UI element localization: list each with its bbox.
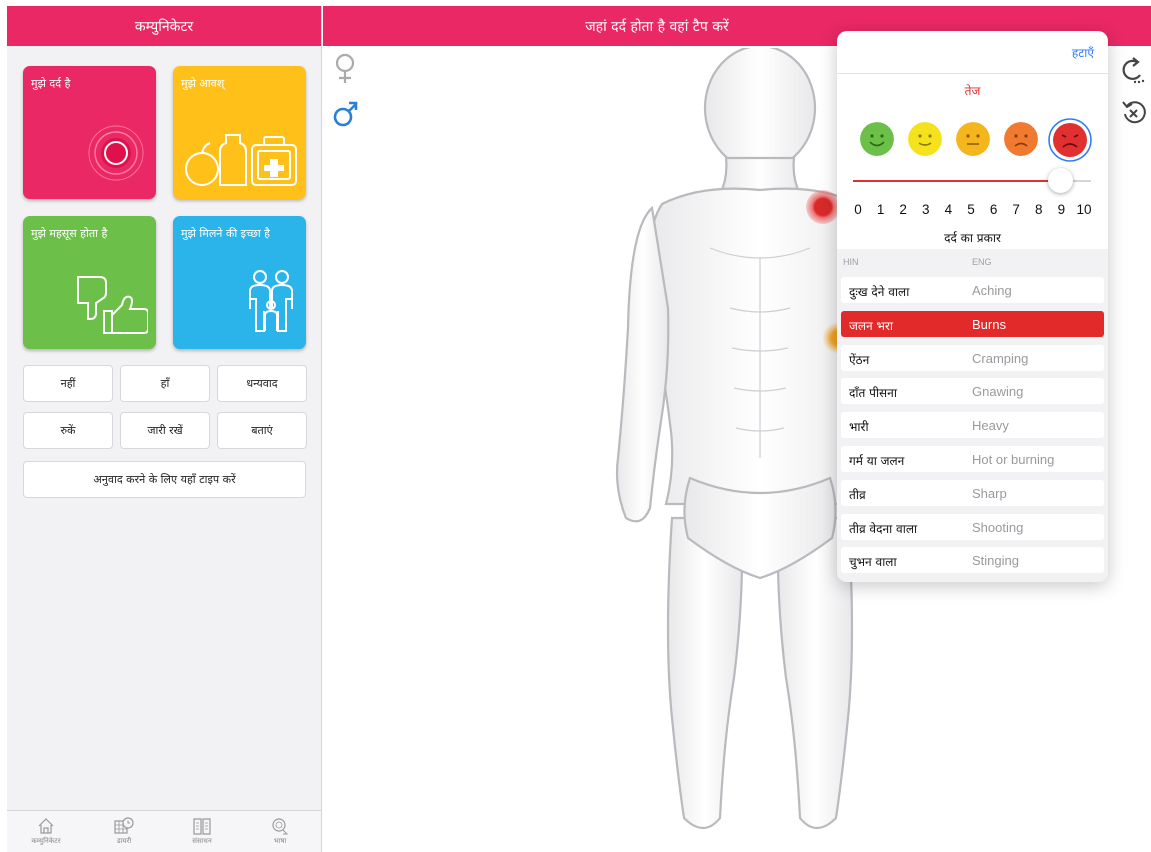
- thumbs-icon: [77, 276, 148, 334]
- nav-resources[interactable]: संसाधन: [163, 811, 241, 852]
- scale-tick: 2: [899, 202, 907, 217]
- nav-diary-label: डायरी: [116, 837, 132, 845]
- pain-type-hin: ऐंठन: [849, 352, 870, 367]
- home-icon: [38, 818, 54, 834]
- nav-language-label: भाषा: [273, 837, 287, 845]
- sad-face-icon[interactable]: [1004, 122, 1038, 156]
- scale-tick: 5: [967, 202, 975, 217]
- pain-type-title: दर्द का प्रकार: [944, 231, 1001, 245]
- scale-tick: 1: [876, 202, 885, 217]
- pain-type-row[interactable]: जलन भरा Burns: [841, 310, 1104, 337]
- male-symbol-icon[interactable]: [333, 98, 359, 128]
- pain-type-row[interactable]: तीव्र Sharp: [841, 479, 1104, 506]
- pain-type-eng: Burns: [972, 316, 1006, 332]
- food-medkit-icon: [185, 134, 297, 186]
- pain-type-eng: Heavy: [972, 418, 1009, 434]
- body-map[interactable]: [600, 48, 860, 852]
- communicator-title: कम्युनिकेटर: [7, 6, 321, 46]
- bottom-nav: कम्युनिकेटर डायरी संसाधन भाषा: [7, 810, 321, 852]
- nav-communicator-label: कम्युनिकेटर: [31, 837, 61, 845]
- slider-thumb[interactable]: [1048, 168, 1074, 193]
- pain-type-eng: Stinging: [972, 553, 1019, 569]
- pain-marker-shoulder[interactable]: [806, 190, 840, 224]
- pain-scale-ticks: 0 1 2 3 4 5 6 7 8 9 10: [854, 202, 1092, 220]
- no-button[interactable]: नहीं: [23, 365, 113, 402]
- tile-meet[interactable]: मुझे मिलने की इच्छा है: [173, 216, 306, 349]
- pain-type-hin: गर्म या जलन: [849, 454, 905, 468]
- pain-type-hin: भारी: [849, 420, 869, 435]
- pain-type-eng: Aching: [972, 283, 1012, 298]
- female-symbol-icon[interactable]: [333, 52, 357, 90]
- pain-type-eng: Hot or burning: [972, 452, 1055, 467]
- tile-meet-label: मुझे मिलने की इच्छा है: [181, 227, 271, 240]
- nav-language[interactable]: भाषा: [241, 811, 319, 852]
- pain-type-eng: Cramping: [972, 350, 1029, 366]
- nav-resources-label: संसाधन: [192, 837, 212, 845]
- book-icon: [193, 818, 211, 835]
- reset-icon[interactable]: [1121, 98, 1147, 126]
- nav-communicator[interactable]: कम्युनिकेटर: [7, 811, 85, 852]
- scale-tick: 9: [1057, 202, 1066, 217]
- pain-type-hin: दुःख देने वाला: [849, 285, 910, 299]
- refresh-icon[interactable]: [1121, 56, 1145, 86]
- popover-header: हटाएँ: [837, 31, 1108, 74]
- pain-type-row[interactable]: चुभन वाला Stinging: [841, 547, 1104, 574]
- pain-type-eng: Shooting: [972, 519, 1024, 535]
- tile-pain[interactable]: मुझे दर्द है: [23, 66, 156, 199]
- pain-type-list: HIN ENG दुःख देने वाला Aching जलन भरा Burns…: [837, 249, 1108, 582]
- tile-pain-label: मुझे दर्द है: [31, 77, 71, 90]
- pain-type-hin: तीव्र वेदना वाला: [849, 521, 918, 536]
- pain-type-hin: दाँत पीसना: [849, 386, 897, 401]
- thanks-button[interactable]: धन्यवाद: [217, 365, 307, 402]
- pain-type-hin: जलन भरा: [849, 318, 893, 333]
- scale-tick: 10: [1076, 202, 1092, 217]
- pain-type-eng: Sharp: [972, 485, 1007, 501]
- col-header-eng: ENG: [972, 257, 992, 267]
- tile-feel-label: मुझे महसूस होता है: [31, 227, 108, 240]
- scale-tick: 8: [1035, 202, 1043, 217]
- pain-type-row[interactable]: तीव्र वेदना वाला Shooting: [841, 513, 1104, 540]
- neutral-face-icon[interactable]: [956, 122, 990, 156]
- pain-type-hin: तीव्र: [849, 487, 866, 502]
- tile-need-label: मुझे आवश्: [181, 77, 225, 90]
- language-globe-icon: [272, 818, 289, 835]
- pain-type-row[interactable]: दुःख देने वाला Aching: [841, 277, 1104, 303]
- remove-button[interactable]: हटाएँ: [1072, 44, 1094, 61]
- continue-button[interactable]: जारी रखें: [120, 412, 210, 449]
- nav-diary[interactable]: डायरी: [85, 811, 163, 852]
- pain-level-slider[interactable]: [853, 168, 1091, 193]
- happy-face-icon[interactable]: [908, 122, 942, 156]
- pain-type-row[interactable]: भारी Heavy: [841, 412, 1104, 439]
- family-icon: [249, 270, 293, 332]
- pain-type-row[interactable]: दाँत पीसना Gnawing: [841, 378, 1104, 405]
- very-happy-face-icon[interactable]: [860, 122, 894, 156]
- pain-face-scale: [857, 118, 1092, 162]
- pain-target-icon: [88, 125, 144, 181]
- scale-tick: 3: [922, 202, 930, 217]
- type-to-translate-button[interactable]: अनुवाद करने के लिए यहाँ टाइप करें: [23, 461, 306, 498]
- scale-tick: 7: [1012, 202, 1020, 217]
- pain-type-hin: चुभन वाला: [849, 555, 897, 570]
- communicator-panel: कम्युनिकेटर मुझे दर्द है मुझे आवश् मुझे …: [7, 6, 322, 852]
- crying-face-icon[interactable]: [1048, 118, 1092, 162]
- slider-fill: [853, 180, 1061, 182]
- intensity-label: तेज: [964, 84, 981, 98]
- col-header-hin: HIN: [843, 257, 859, 267]
- scale-tick: 6: [989, 202, 998, 217]
- yes-button[interactable]: हाँ: [120, 365, 210, 402]
- pain-type-eng: Gnawing: [972, 384, 1024, 400]
- pain-type-row[interactable]: ऐंठन Cramping: [841, 344, 1104, 371]
- tell-button[interactable]: बताएं: [217, 412, 307, 449]
- pain-type-row[interactable]: गर्म या जलन Hot or burning: [841, 446, 1104, 472]
- stop-button[interactable]: रुकें: [23, 412, 113, 449]
- scale-tick: 4: [944, 202, 953, 217]
- tile-need[interactable]: मुझे आवश्: [173, 66, 306, 199]
- calendar-clock-icon: [114, 817, 134, 834]
- tile-feel[interactable]: मुझे महसूस होता है: [23, 216, 156, 349]
- pain-detail-popover: हटाएँ तेज 0 1 2 3 4 5 6 7 8 9 10 दर्द का…: [837, 31, 1108, 582]
- scale-tick: 0: [854, 202, 862, 217]
